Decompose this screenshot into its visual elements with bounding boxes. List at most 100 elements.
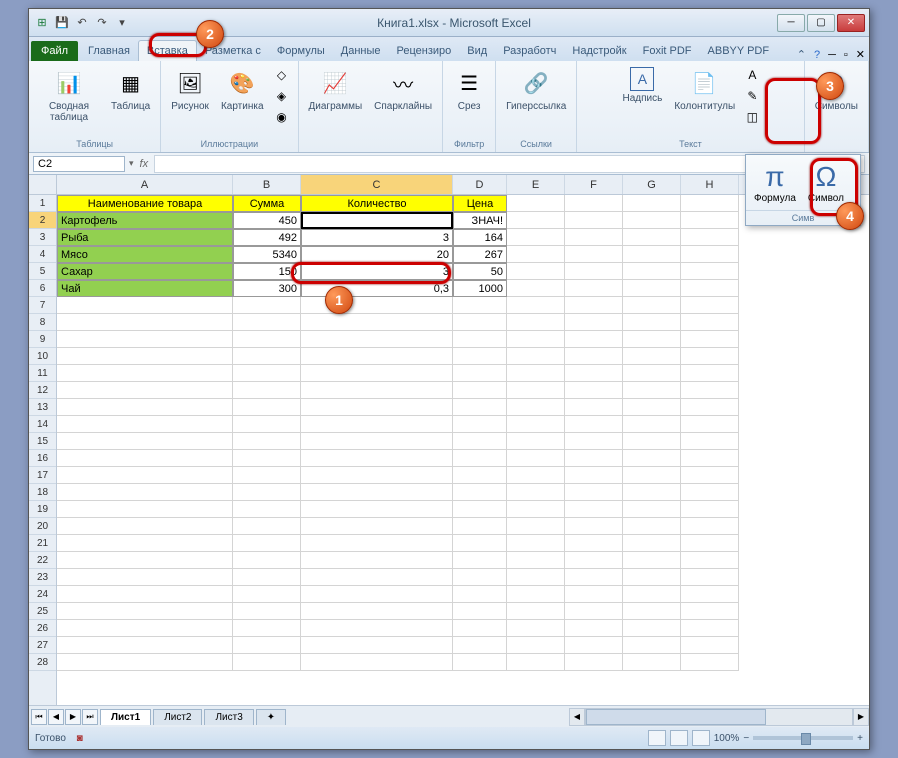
cell-F10[interactable] xyxy=(565,348,623,365)
cell-D12[interactable] xyxy=(453,382,507,399)
cell-C2[interactable] xyxy=(301,212,453,229)
cell-A1[interactable]: Наименование товара xyxy=(57,195,233,212)
cell-E14[interactable] xyxy=(507,416,565,433)
cell-H21[interactable] xyxy=(681,535,739,552)
picture-button[interactable]: 🖼Рисунок xyxy=(167,65,213,114)
cell-D26[interactable] xyxy=(453,620,507,637)
cell-D13[interactable] xyxy=(453,399,507,416)
cell-F4[interactable] xyxy=(565,246,623,263)
cell-H18[interactable] xyxy=(681,484,739,501)
cell-D8[interactable] xyxy=(453,314,507,331)
view-break-icon[interactable] xyxy=(692,730,710,746)
row-19[interactable]: 19 xyxy=(29,501,56,518)
cell-E25[interactable] xyxy=(507,603,565,620)
cell-F17[interactable] xyxy=(565,467,623,484)
cell-B1[interactable]: Сумма xyxy=(233,195,301,212)
cell-D16[interactable] xyxy=(453,450,507,467)
cell-D9[interactable] xyxy=(453,331,507,348)
cell-H16[interactable] xyxy=(681,450,739,467)
maximize-button[interactable]: ▢ xyxy=(807,14,835,32)
cell-H14[interactable] xyxy=(681,416,739,433)
cell-C24[interactable] xyxy=(301,586,453,603)
cell-A20[interactable] xyxy=(57,518,233,535)
cell-E20[interactable] xyxy=(507,518,565,535)
cell-E7[interactable] xyxy=(507,297,565,314)
sheet-new-icon[interactable]: ✦ xyxy=(256,709,286,725)
cell-D19[interactable] xyxy=(453,501,507,518)
cell-D25[interactable] xyxy=(453,603,507,620)
cell-C13[interactable] xyxy=(301,399,453,416)
row-24[interactable]: 24 xyxy=(29,586,56,603)
cell-G19[interactable] xyxy=(623,501,681,518)
cell-B16[interactable] xyxy=(233,450,301,467)
cell-C16[interactable] xyxy=(301,450,453,467)
zoom-in-icon[interactable]: + xyxy=(857,733,863,744)
tab-view[interactable]: Вид xyxy=(459,41,495,61)
cell-A23[interactable] xyxy=(57,569,233,586)
tab-insert[interactable]: Вставка xyxy=(138,40,197,61)
cell-F18[interactable] xyxy=(565,484,623,501)
slicer-button[interactable]: ☰Срез xyxy=(449,65,489,114)
cell-E28[interactable] xyxy=(507,654,565,671)
cell-C21[interactable] xyxy=(301,535,453,552)
cell-G8[interactable] xyxy=(623,314,681,331)
sheet-nav-prev[interactable]: ◀ xyxy=(48,709,64,725)
cell-F14[interactable] xyxy=(565,416,623,433)
cell-C7[interactable] xyxy=(301,297,453,314)
cell-C18[interactable] xyxy=(301,484,453,501)
cell-B21[interactable] xyxy=(233,535,301,552)
row-6[interactable]: 6 xyxy=(29,280,56,297)
cell-D28[interactable] xyxy=(453,654,507,671)
cell-A8[interactable] xyxy=(57,314,233,331)
view-layout-icon[interactable] xyxy=(670,730,688,746)
cell-B27[interactable] xyxy=(233,637,301,654)
hyperlink-button[interactable]: 🔗Гиперссылка xyxy=(502,65,570,114)
cell-G28[interactable] xyxy=(623,654,681,671)
cell-C4[interactable]: 20 xyxy=(301,246,453,263)
cell-A21[interactable] xyxy=(57,535,233,552)
cell-F9[interactable] xyxy=(565,331,623,348)
cell-D10[interactable] xyxy=(453,348,507,365)
cell-E5[interactable] xyxy=(507,263,565,280)
row-7[interactable]: 7 xyxy=(29,297,56,314)
cell-F22[interactable] xyxy=(565,552,623,569)
cell-G22[interactable] xyxy=(623,552,681,569)
cell-F2[interactable] xyxy=(565,212,623,229)
ribbon-minimize-icon[interactable]: ⌃ xyxy=(793,48,810,61)
cell-H26[interactable] xyxy=(681,620,739,637)
row-16[interactable]: 16 xyxy=(29,450,56,467)
tab-foxit[interactable]: Foxit PDF xyxy=(635,41,700,61)
sparklines-button[interactable]: 〰Спарклайны xyxy=(370,65,436,114)
cell-A5[interactable]: Сахар xyxy=(57,263,233,280)
cell-F24[interactable] xyxy=(565,586,623,603)
cell-H10[interactable] xyxy=(681,348,739,365)
cell-D27[interactable] xyxy=(453,637,507,654)
cell-G16[interactable] xyxy=(623,450,681,467)
cell-G14[interactable] xyxy=(623,416,681,433)
cell-G1[interactable] xyxy=(623,195,681,212)
cell-A28[interactable] xyxy=(57,654,233,671)
tab-addins[interactable]: Надстройк xyxy=(564,41,634,61)
cell-E26[interactable] xyxy=(507,620,565,637)
cell-H9[interactable] xyxy=(681,331,739,348)
cell-B9[interactable] xyxy=(233,331,301,348)
sheet-nav-last[interactable]: ⏭ xyxy=(82,709,98,725)
cell-B12[interactable] xyxy=(233,382,301,399)
cell-F27[interactable] xyxy=(565,637,623,654)
cell-H12[interactable] xyxy=(681,382,739,399)
row-21[interactable]: 21 xyxy=(29,535,56,552)
cell-D6[interactable]: 1000 xyxy=(453,280,507,297)
col-E[interactable]: E xyxy=(507,175,565,194)
cell-E18[interactable] xyxy=(507,484,565,501)
cell-A18[interactable] xyxy=(57,484,233,501)
cell-C26[interactable] xyxy=(301,620,453,637)
cell-D5[interactable]: 50 xyxy=(453,263,507,280)
pivot-table-button[interactable]: 📊Сводная таблица xyxy=(35,65,103,125)
cell-G12[interactable] xyxy=(623,382,681,399)
cell-H24[interactable] xyxy=(681,586,739,603)
cell-H5[interactable] xyxy=(681,263,739,280)
cell-D24[interactable] xyxy=(453,586,507,603)
col-D[interactable]: D xyxy=(453,175,507,194)
cell-B2[interactable]: 450 xyxy=(233,212,301,229)
cell-G23[interactable] xyxy=(623,569,681,586)
